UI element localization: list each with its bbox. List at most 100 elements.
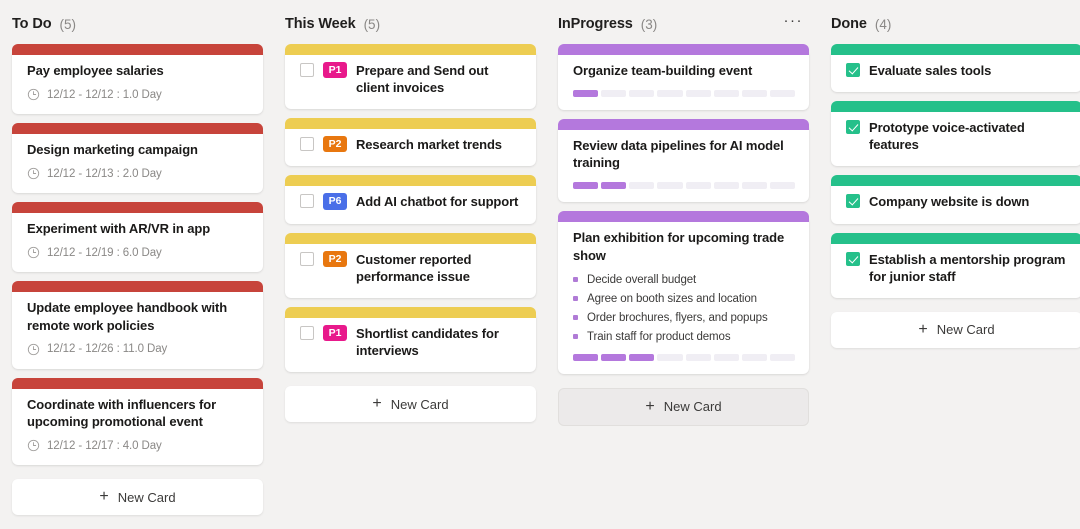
task-card[interactable]: Pay employee salaries 12/12 - 12/12 : 1.0…	[12, 44, 263, 115]
card-title: Research market trends	[356, 137, 502, 153]
column-count: (4)	[874, 16, 892, 32]
card-content: P1 Shortlist candidates for interviews	[300, 324, 522, 359]
card-content: Review data pipelines for AI model train…	[573, 137, 795, 190]
task-checkbox[interactable]	[846, 63, 860, 77]
subtask-item[interactable]: Decide overall budget	[573, 274, 795, 286]
new-card-button[interactable]: + New Card	[12, 479, 263, 516]
subtask-item[interactable]: Train staff for product demos	[573, 331, 795, 343]
task-checkbox[interactable]	[300, 325, 314, 340]
task-card[interactable]: P2 Research market trends	[285, 118, 536, 167]
card-list-todo: Pay employee salaries 12/12 - 12/12 : 1.0…	[12, 44, 263, 466]
subtask-text: Agree on booth sizes and location	[587, 292, 757, 305]
task-card[interactable]: Coordinate with influencers for upcoming…	[12, 377, 263, 466]
card-content: Organize team-building event	[573, 62, 795, 98]
subtask-item[interactable]: Agree on booth sizes and location	[573, 293, 795, 305]
column-header-inprogress: InProgress (3) ···	[558, 0, 809, 44]
new-card-button[interactable]: + New Card	[558, 387, 809, 426]
card-date-text: 12/12 - 12/13 : 2.0 Day	[47, 167, 162, 180]
card-accent-bar	[831, 232, 1080, 244]
task-card[interactable]: Prototype voice-activated features	[831, 101, 1080, 167]
task-card[interactable]: P1 Shortlist candidates for interviews	[285, 306, 536, 373]
clock-icon	[27, 439, 40, 452]
card-list-inprogress: Organize team-building event Review data …	[558, 44, 809, 374]
column-title: Done	[831, 16, 867, 32]
progress-segment	[601, 353, 627, 361]
bullet-icon	[573, 334, 578, 340]
card-date-row: 12/12 - 12/13 : 2.0 Day	[27, 167, 249, 180]
task-checkbox[interactable]	[846, 120, 860, 135]
task-card[interactable]: Update employee handbook with remote wor…	[12, 281, 263, 369]
card-content: P2 Customer reported performance issue	[300, 250, 522, 285]
priority-badge: P2	[323, 250, 347, 267]
task-checkbox[interactable]	[300, 194, 314, 209]
task-card[interactable]: Review data pipelines for AI model train…	[558, 119, 809, 203]
card-content: Prototype voice-activated features	[846, 119, 1068, 153]
task-card[interactable]: Organize team-building event	[558, 44, 809, 111]
card-content: P2 Research market trends	[300, 136, 522, 153]
column-title: This Week	[285, 16, 356, 32]
card-content: Pay employee salaries 12/12 - 12/12 : 1.0…	[27, 62, 249, 101]
card-title: Company website is down	[869, 194, 1030, 210]
task-checkbox[interactable]	[300, 137, 314, 152]
progress-bar[interactable]	[573, 182, 795, 190]
bullet-icon	[573, 315, 578, 321]
card-title: Coordinate with influencers for upcoming…	[27, 396, 217, 429]
card-accent-bar	[831, 101, 1080, 113]
card-date-row: 12/12 - 12/19 : 6.0 Day	[27, 246, 249, 259]
card-title: Customer reported performance issue	[356, 251, 472, 284]
task-checkbox[interactable]	[846, 194, 860, 209]
new-card-button[interactable]: + New Card	[285, 386, 536, 423]
progress-segment	[657, 90, 683, 98]
new-card-button[interactable]: + New Card	[831, 311, 1080, 348]
progress-segment	[573, 90, 599, 98]
card-accent-bar	[558, 119, 809, 131]
task-card[interactable]: Company website is down	[831, 175, 1080, 224]
card-title: Pay employee salaries	[27, 63, 164, 78]
task-card[interactable]: Design marketing campaign 12/12 - 12/13 :…	[12, 123, 263, 194]
card-content: Update employee handbook with remote wor…	[27, 299, 249, 355]
progress-segment	[657, 353, 683, 361]
progress-segment	[685, 90, 711, 98]
plus-icon: +	[645, 397, 655, 415]
task-checkbox[interactable]	[300, 63, 314, 77]
task-card[interactable]: Establish a mentorship program for junio…	[831, 232, 1080, 298]
clock-icon	[27, 343, 40, 355]
task-checkbox[interactable]	[846, 251, 860, 266]
progress-bar[interactable]	[573, 90, 795, 98]
task-card[interactable]: P6 Add AI chatbot for support	[285, 175, 536, 224]
column-title: InProgress	[558, 16, 633, 32]
card-title: Add AI chatbot for support	[356, 194, 519, 210]
task-card[interactable]: Evaluate sales tools	[831, 44, 1080, 93]
task-card[interactable]: P1 Prepare and Send out client invoices	[285, 44, 536, 110]
priority-badge: P2	[323, 136, 347, 153]
column-inprogress: InProgress (3) ··· Organize team-building e…	[546, 0, 819, 529]
column-menu-button[interactable]: ···	[778, 13, 810, 35]
priority-badge: P1	[323, 324, 347, 341]
progress-bar[interactable]	[573, 353, 795, 361]
card-accent-bar	[12, 123, 263, 135]
subtask-text: Train staff for product demos	[587, 330, 731, 343]
column-count: (5)	[59, 16, 77, 32]
task-checkbox[interactable]	[300, 251, 314, 266]
plus-icon: +	[372, 395, 382, 413]
column-header-todo: To Do (5)	[12, 0, 263, 44]
plus-icon: +	[99, 488, 109, 506]
card-title: Review data pipelines for AI model train…	[573, 138, 784, 171]
card-accent-bar	[558, 44, 809, 55]
card-header-row: P2 Research market trends	[300, 136, 522, 153]
task-card[interactable]: P2 Customer reported performance issue	[285, 232, 536, 298]
new-card-label: New Card	[663, 399, 722, 415]
column-todo: To Do (5) Pay employee salaries 12/12 - 12/…	[0, 0, 273, 529]
progress-segment	[713, 182, 739, 190]
card-header-row: P1 Prepare and Send out client invoices	[300, 62, 522, 96]
column-count: (5)	[363, 16, 381, 32]
card-content: P6 Add AI chatbot for support	[300, 193, 522, 210]
card-date-row: 12/12 - 12/26 : 11.0 Day	[27, 343, 249, 356]
column-header-thisweek: This Week (5)	[285, 0, 536, 44]
task-card[interactable]: Plan exhibition for upcoming trade show D…	[558, 211, 809, 374]
subtask-item[interactable]: Order brochures, flyers, and popups	[573, 312, 795, 324]
card-title: Design marketing campaign	[27, 142, 198, 158]
card-title: Prepare and Send out client invoices	[356, 63, 489, 96]
clock-icon	[27, 89, 40, 101]
task-card[interactable]: Experiment with AR/VR in app 12/12 - 12/1…	[12, 202, 263, 273]
